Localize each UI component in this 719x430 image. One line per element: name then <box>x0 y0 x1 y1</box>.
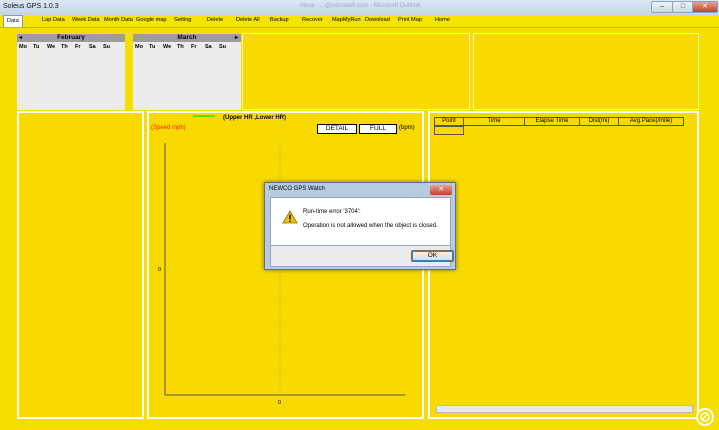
menu-bar: Data Lap Data Week Data Month Data Googl… <box>0 15 719 28</box>
column-header-elapse-time[interactable]: Elapse Time <box>524 117 580 126</box>
column-header-time[interactable]: Time <box>463 117 525 126</box>
left-panel <box>17 111 144 419</box>
weekday-label: Sa <box>205 44 212 50</box>
brand-logo-icon <box>696 408 714 426</box>
minimize-button[interactable]: – <box>651 1 673 13</box>
summary-panel <box>242 33 470 110</box>
dialog-close-button[interactable]: ✕ <box>430 185 452 195</box>
menu-delete[interactable]: Delete <box>207 17 223 23</box>
y2-axis-label-bpm: (bpm) <box>399 125 415 131</box>
window-titlebar: Soleus GPS 1.0.3 Inbox - ...@microsoft.c… <box>0 0 719 15</box>
close-button[interactable]: ✕ <box>692 1 718 13</box>
ok-button[interactable]: OK <box>411 250 454 262</box>
background-window-tabs: Inbox - ...@microsoft.com - Microsoft Ou… <box>300 3 421 9</box>
info-panel <box>473 33 699 110</box>
dialog-body: Run-time error '3704': Operation is not … <box>270 197 451 246</box>
selected-cell[interactable] <box>434 126 464 135</box>
calendar-february: ◂ February Mo Tu We Th Fr Sa Su <box>17 34 125 110</box>
window-title: Soleus GPS 1.0.3 <box>3 3 59 10</box>
maximize-button[interactable]: □ <box>672 1 694 13</box>
prev-month-icon[interactable]: ◂ <box>19 34 22 42</box>
weekday-row: Mo Tu We Th Fr Sa Su <box>133 42 241 50</box>
menu-month-data[interactable]: Month Data <box>104 17 133 23</box>
calendar-header: ◂ February <box>17 34 125 42</box>
weekday-label: Tu <box>149 44 156 50</box>
column-header-dist[interactable]: Dist(mi) <box>579 117 619 126</box>
legend-label: (Upper HR ,Lower HR) <box>223 115 286 121</box>
calendar-month-label: March <box>177 34 197 41</box>
menu-google-map[interactable]: Google map <box>136 17 166 23</box>
detail-button[interactable]: DETAIL <box>317 124 357 134</box>
weekday-label: We <box>163 44 172 50</box>
weekday-label: Th <box>61 44 68 50</box>
weekday-label: Fr <box>75 44 81 50</box>
column-header-avg-pace[interactable]: Avg.Pace(/mile) <box>618 117 684 126</box>
calendar-month-label: February <box>57 34 85 41</box>
weekday-label: Su <box>103 44 111 50</box>
table-horizontal-scrollbar[interactable] <box>436 405 693 413</box>
error-code-text: Run-time error '3704': <box>303 209 361 215</box>
weekday-label: Fr <box>191 44 197 50</box>
dialog-title: NEWCO GPS Watch <box>269 186 325 192</box>
error-dialog: NEWCO GPS Watch ✕ Run-time error '3704':… <box>264 182 456 270</box>
menu-delete-all[interactable]: Delete All <box>236 17 260 23</box>
y-tick-label: 0 <box>158 267 161 273</box>
calendar-header: March ▸ <box>133 34 241 42</box>
error-message-text: Operation is not allowed when the object… <box>303 223 438 229</box>
warning-icon <box>282 210 298 224</box>
menu-recover[interactable]: Recover <box>302 17 323 23</box>
x-tick-label: 0 <box>278 400 281 406</box>
column-header-point[interactable]: Point <box>434 117 464 126</box>
y-axis-label-speed: (Speed mph) <box>151 125 186 131</box>
dialog-footer: OK <box>270 246 454 267</box>
next-month-icon[interactable]: ▸ <box>235 34 238 42</box>
menu-download[interactable]: Download <box>365 17 390 23</box>
lap-table-panel: Point Time Elapse Time Dist(mi) Avg.Pace… <box>428 111 699 419</box>
menu-data[interactable]: Data <box>3 15 23 27</box>
weekday-label: Tu <box>33 44 40 50</box>
menu-week-data[interactable]: Week Data <box>72 17 100 23</box>
weekday-label: Su <box>219 44 227 50</box>
menu-setting[interactable]: Setting <box>174 17 191 23</box>
menu-home[interactable]: Home <box>435 17 450 23</box>
weekday-label: Th <box>177 44 184 50</box>
menu-backup[interactable]: Backup <box>270 17 289 23</box>
weekday-label: We <box>47 44 56 50</box>
weekday-row: Mo Tu We Th Fr Sa Su <box>17 42 125 50</box>
menu-print-map[interactable]: Print Map <box>398 17 422 23</box>
full-button[interactable]: FULL <box>359 124 397 134</box>
calendar-march: March ▸ Mo Tu We Th Fr Sa Su <box>133 34 241 110</box>
weekday-label: Mo <box>19 44 27 50</box>
menu-lap-data[interactable]: Lap Data <box>42 17 65 23</box>
weekday-label: Mo <box>135 44 143 50</box>
menu-mapmyrun[interactable]: MapMyRun <box>332 17 361 23</box>
weekday-label: Sa <box>89 44 96 50</box>
